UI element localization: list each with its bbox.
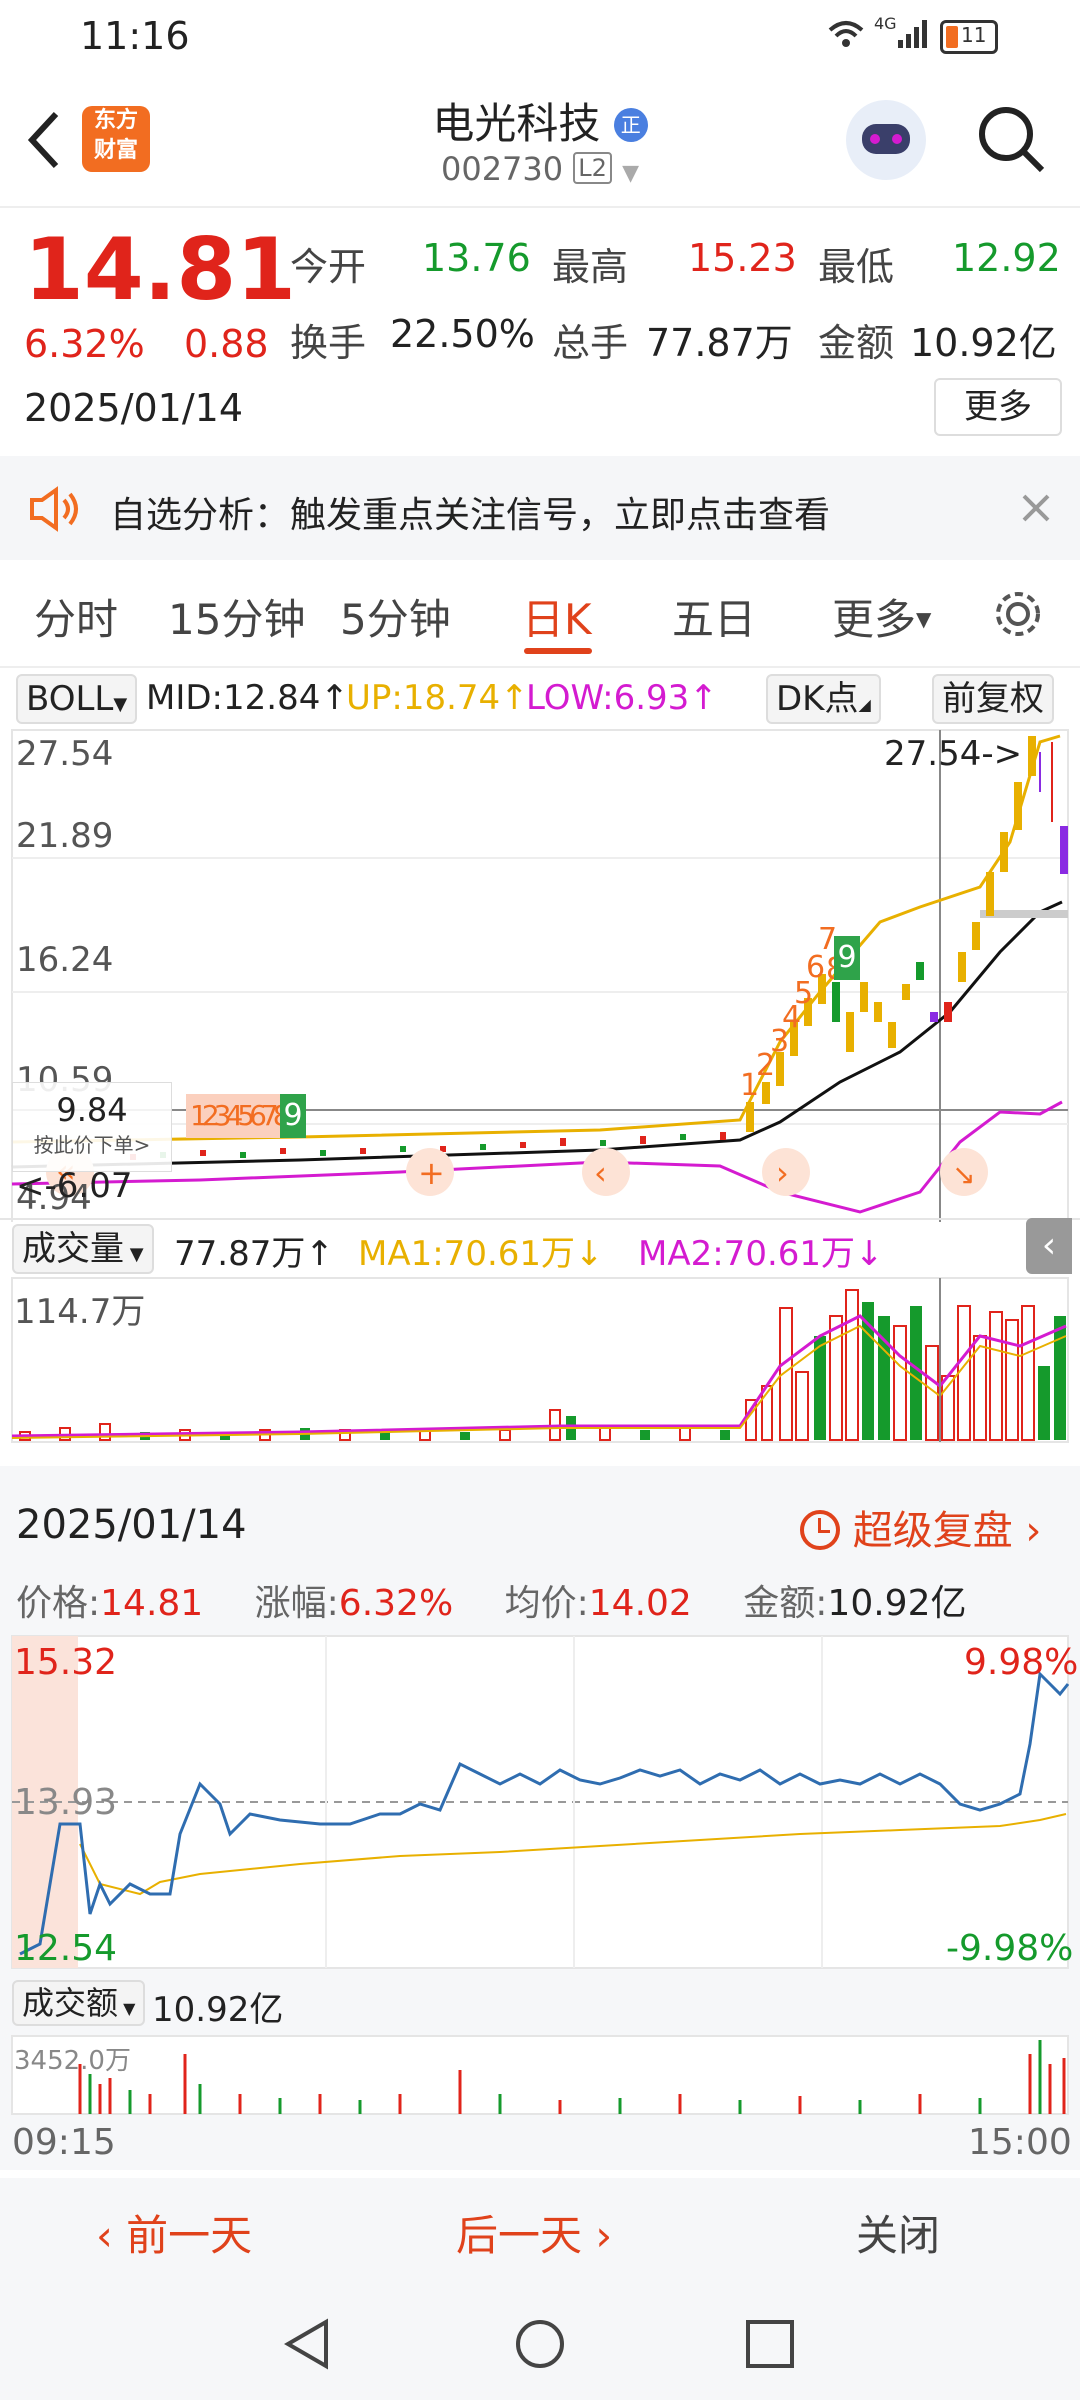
notice-text: 自选分析：触发重点关注信号，立即点击查看 xyxy=(110,495,831,536)
low-value: 12.92 xyxy=(952,236,1061,280)
intraday-pct-low: -9.98% xyxy=(946,1928,1074,1969)
boll-up: UP:18.74↑ xyxy=(346,678,529,718)
tab-more[interactable]: 更多▼ xyxy=(832,586,931,647)
change-amount: 0.88 xyxy=(184,322,269,366)
tab-5min[interactable]: 5分钟 xyxy=(340,586,451,647)
chevron-down-icon: ▼ xyxy=(622,161,640,186)
status-time: 11:16 xyxy=(80,14,190,58)
intraday-y-low: 12.54 xyxy=(14,1928,118,1969)
high-label: 最高 xyxy=(552,245,629,289)
tab-intraday[interactable]: 分时 xyxy=(34,586,118,647)
quote-date: 2025/01/14 xyxy=(24,386,244,430)
time-end: 15:00 xyxy=(968,2122,1072,2163)
forward-adjust-button[interactable]: 前复权 xyxy=(932,674,1054,724)
stock-tag-badge: 正 xyxy=(613,108,648,142)
kline-y-label: 21.89 xyxy=(16,816,114,856)
intraday-volume-chart xyxy=(11,2035,1069,2115)
close-icon[interactable] xyxy=(1020,492,1052,524)
change-percent: 6.32% xyxy=(24,322,145,366)
tab-15min[interactable]: 15分钟 xyxy=(168,586,305,647)
volume-value: 77.87万 xyxy=(646,321,793,365)
high-value: 15.23 xyxy=(688,236,797,280)
intraday-avg: 14.02 xyxy=(588,1583,692,1624)
open-value: 13.76 xyxy=(422,236,531,280)
caret-down-icon: ▼ xyxy=(916,607,932,631)
volume-value: 77.87万↑ xyxy=(174,1234,334,1274)
intraday-vol-value: 10.92亿 xyxy=(152,1990,284,2030)
crosshair-price-tag[interactable]: 9.84 按此价下单> xyxy=(12,1082,172,1172)
chevron-right-icon: › xyxy=(582,2211,613,2260)
network-type: 4G xyxy=(874,14,897,33)
volume-ma2: MA2:70.61万↓ xyxy=(638,1234,884,1274)
intraday-amount: 10.92亿 xyxy=(827,1583,967,1624)
signal-notice[interactable]: 自选分析：触发重点关注信号，立即点击查看 xyxy=(0,456,1080,560)
low-label: 最低 xyxy=(818,245,895,289)
super-replay-link[interactable]: 超级复盘 › xyxy=(800,1498,1041,1556)
volume-ma1: MA1:70.61万↓ xyxy=(358,1234,604,1274)
status-bar: 11:16 4G 11 xyxy=(0,0,1080,72)
intraday-date: 2025/01/14 xyxy=(16,1502,247,1548)
gear-icon[interactable] xyxy=(990,586,1046,642)
kline-min-annotation: <-6.07 xyxy=(16,1166,133,1206)
sequence-count-left: 12345678 xyxy=(186,1094,290,1138)
system-nav-bar xyxy=(0,2282,1080,2400)
svg-text:↘: ↘ xyxy=(952,1158,975,1191)
boll-mid: MID:12.84↑ xyxy=(146,678,349,718)
more-button[interactable]: 更多 xyxy=(934,378,1062,436)
robot-assistant-icon[interactable] xyxy=(846,100,926,180)
level-badge: L2 xyxy=(573,152,612,184)
intraday-y-mid: 13.93 xyxy=(14,1782,118,1823)
next-day-button[interactable]: 后一天 › xyxy=(456,2202,612,2263)
search-icon[interactable] xyxy=(976,104,1048,176)
nav-recents-icon[interactable] xyxy=(744,2318,796,2370)
battery-icon: 11 xyxy=(940,20,998,54)
dk-point-button[interactable]: DK点◢ xyxy=(766,674,881,724)
clock-history-icon xyxy=(800,1510,840,1550)
intraday-vol-select[interactable]: 成交额 ▼ xyxy=(12,1980,146,2026)
volume-indicator-select[interactable]: 成交量 ▼ xyxy=(12,1224,154,1274)
wifi-icon xyxy=(828,21,864,47)
intraday-pct: 6.32% xyxy=(338,1583,454,1624)
speaker-icon xyxy=(30,486,78,532)
signal-icon xyxy=(898,20,927,48)
amount-label: 金额 xyxy=(818,321,895,365)
intraday-price: 14.81 xyxy=(100,1583,204,1624)
svg-text:+: + xyxy=(418,1154,445,1192)
intraday-y-high: 15.32 xyxy=(14,1642,118,1683)
kline-max-annotation: 27.54-> xyxy=(884,734,1023,774)
seq-right-9: 9 xyxy=(834,936,860,980)
turnover-value: 22.50% xyxy=(390,312,535,356)
chevron-left-icon: ‹ xyxy=(1041,1225,1057,1266)
kline-y-label: 27.54 xyxy=(16,734,114,774)
intraday-pct-high: 9.98% xyxy=(964,1642,1079,1683)
nav-back-icon[interactable] xyxy=(282,2316,332,2372)
collapse-panel-button[interactable]: ‹ xyxy=(1026,1218,1072,1274)
chevron-left-icon: ‹ xyxy=(96,2211,127,2260)
time-start: 09:15 xyxy=(12,2122,116,2163)
intraday-stats: 价格:14.81 涨幅:6.32% 均价:14.02 金额:10.92亿 xyxy=(16,1583,967,1624)
svg-text:‹: ‹ xyxy=(594,1154,607,1192)
volume-chart[interactable] xyxy=(0,1276,1080,1446)
intraday-vol-max: 3452.0万 xyxy=(14,2046,131,2076)
boll-low: LOW:6.93↑ xyxy=(526,678,718,718)
prev-day-button[interactable]: ‹ 前一天 xyxy=(96,2202,252,2263)
active-tab-indicator xyxy=(524,648,592,654)
chevron-right-icon: › xyxy=(1012,1508,1042,1554)
tab-daily-k[interactable]: 日K xyxy=(522,586,592,647)
indicator-select[interactable]: BOLL▼ xyxy=(16,674,138,724)
volume-max-label: 114.7万 xyxy=(14,1292,146,1332)
amount-value: 10.92亿 xyxy=(910,321,1057,365)
nav-home-icon[interactable] xyxy=(512,2316,568,2372)
turnover-label: 换手 xyxy=(290,321,367,365)
close-button[interactable]: 关闭 xyxy=(856,2202,940,2263)
open-label: 今开 xyxy=(290,245,367,289)
sequence-count-left-9: 9 xyxy=(280,1094,306,1138)
current-price: 14.81 xyxy=(24,220,297,320)
tab-five-day[interactable]: 五日 xyxy=(672,586,756,647)
svg-text:›: › xyxy=(776,1154,789,1192)
volume-label: 总手 xyxy=(552,321,629,365)
intraday-chart[interactable] xyxy=(0,1634,1080,1972)
kline-y-label: 16.24 xyxy=(16,940,114,980)
